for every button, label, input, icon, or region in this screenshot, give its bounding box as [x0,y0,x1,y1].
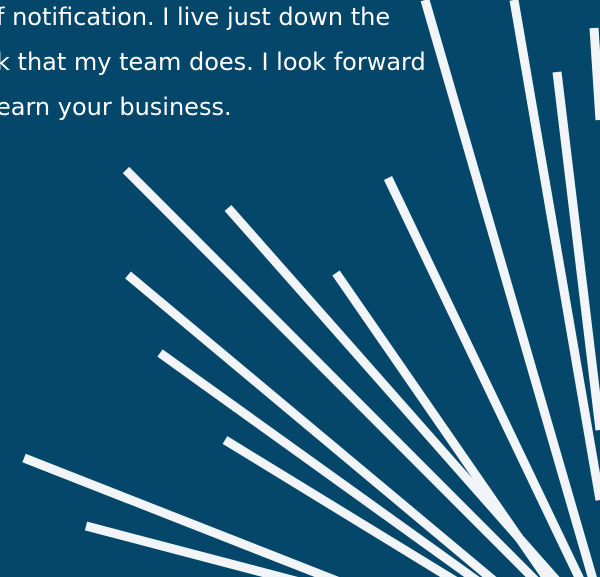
ray-5 [125,271,497,577]
ray-6 [157,349,480,577]
ray-1 [22,453,340,577]
sunburst-rays-icon [22,0,600,577]
closing-message-panel: f notification. I live just down the k t… [0,0,600,577]
ray-13 [589,27,600,121]
